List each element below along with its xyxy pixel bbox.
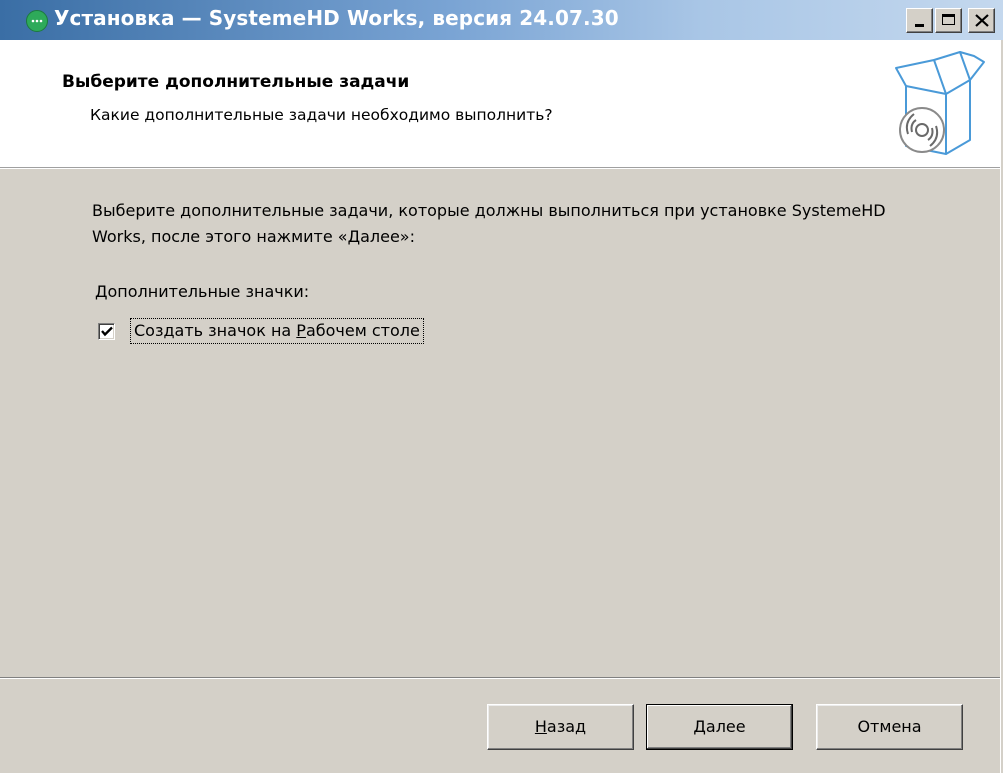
title-bar[interactable]: Установка — SystemeHD Works, версия 24.0… xyxy=(0,0,1003,40)
app-logo-icon xyxy=(26,10,48,32)
maximize-icon xyxy=(942,14,955,25)
maximize-button[interactable] xyxy=(935,8,962,33)
wizard-header: Выберите дополнительные задачи Какие доп… xyxy=(0,40,1003,169)
desktop-icon-checkbox[interactable] xyxy=(98,323,115,340)
minimize-button[interactable] xyxy=(906,8,933,33)
cancel-button[interactable]: Отмена xyxy=(816,704,963,750)
minimize-icon xyxy=(915,24,924,27)
desktop-icon-label[interactable]: Создать значок на Рабочем столе xyxy=(130,318,424,344)
desktop-icon-label-end: абочем столе xyxy=(305,321,420,340)
next-button-accel: Д xyxy=(693,717,706,736)
close-icon xyxy=(975,14,989,27)
next-button-label: алее xyxy=(705,717,746,736)
back-button[interactable]: Назад xyxy=(487,704,634,750)
next-button[interactable]: Далее xyxy=(646,704,793,750)
desktop-icon-label-start: Создать значок на xyxy=(134,321,297,340)
back-button-accel: Н xyxy=(534,717,547,736)
page-title: Выберите дополнительные задачи xyxy=(62,72,410,92)
instruction-text: Выберите дополнительные задачи, которые … xyxy=(92,201,886,246)
footer-divider xyxy=(0,677,1003,679)
checkmark-icon xyxy=(101,326,113,337)
page-subtitle: Какие дополнительные задачи необходимо в… xyxy=(90,106,553,124)
window-title: Установка — SystemeHD Works, версия 24.0… xyxy=(54,6,619,30)
installer-window: Установка — SystemeHD Works, версия 24.0… xyxy=(0,0,1003,773)
close-button[interactable] xyxy=(968,8,995,33)
desktop-icon-label-accel: Р xyxy=(296,321,306,340)
additional-icons-label: Дополнительные значки: xyxy=(95,282,310,301)
back-button-label: азад xyxy=(546,717,587,736)
box-with-disc-icon xyxy=(895,51,985,155)
